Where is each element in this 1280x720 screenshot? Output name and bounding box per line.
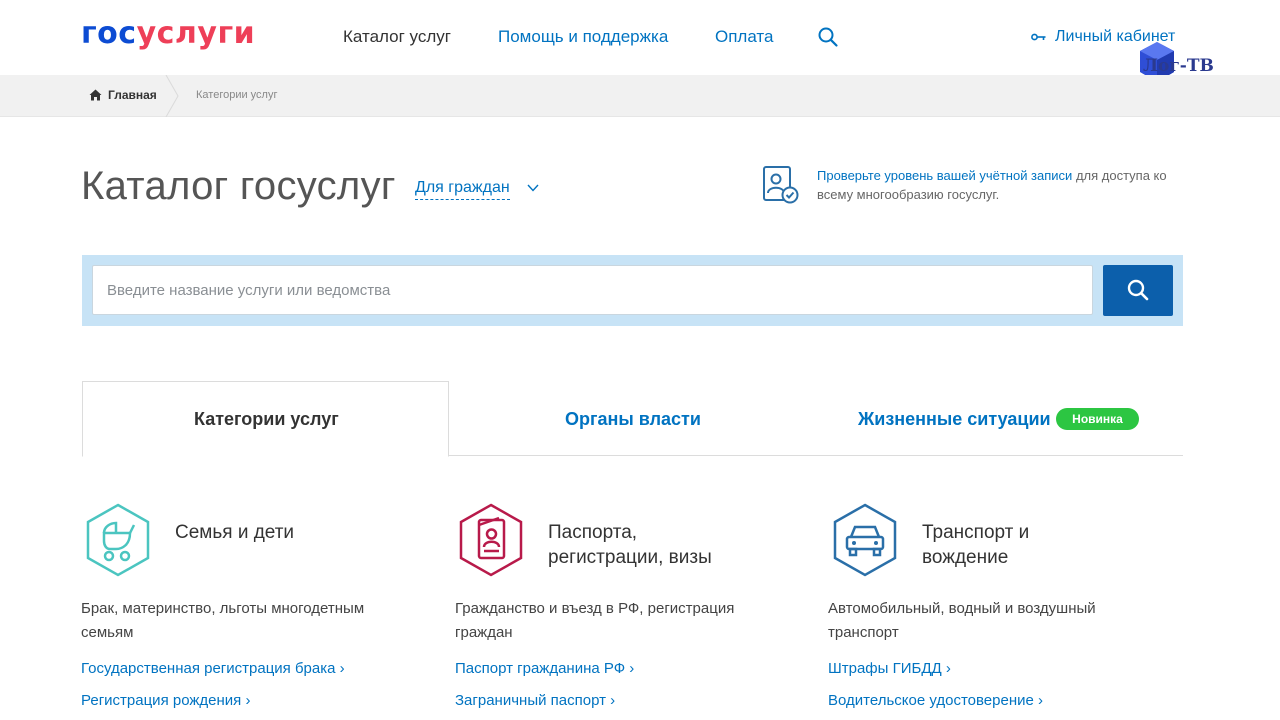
link-driver-license[interactable]: Водительское удостоверение › bbox=[828, 691, 1043, 711]
breadcrumb-home-label: Главная bbox=[108, 88, 157, 102]
category-transport-title[interactable]: Транспорт и вождение bbox=[922, 520, 1029, 570]
category-family-title-line1: Семья и дети bbox=[175, 522, 295, 543]
nav-payment-link[interactable]: Оплата bbox=[715, 27, 773, 47]
watermark-text: Лог-ТВ bbox=[1143, 56, 1214, 76]
account-verification-icon bbox=[763, 166, 799, 204]
page-title: Каталог госуслуг bbox=[81, 164, 396, 208]
link-russian-passport-label: Паспорт гражданина РФ bbox=[455, 660, 626, 677]
category-passports-title-line1: Паспорта, bbox=[548, 522, 638, 543]
category-family-description: Брак, материнство, льготы многодетным се… bbox=[81, 600, 365, 641]
category-transport-title-line2: вождение bbox=[922, 547, 1009, 568]
key-icon bbox=[1031, 33, 1046, 41]
gosuslugi-logo[interactable]: госуслуги bbox=[81, 16, 255, 52]
link-russian-passport[interactable]: Паспорт гражданина РФ › bbox=[455, 659, 634, 679]
logo-part-gos: гос bbox=[81, 16, 137, 51]
site-header: госуслуги Каталог услуг Помощь и поддерж… bbox=[0, 0, 1280, 82]
home-icon bbox=[89, 89, 102, 101]
category-transport-description: Автомобильный, водный и воздушный трансп… bbox=[828, 600, 1096, 641]
link-marriage-registration-label: Государственная регистрация брака bbox=[81, 660, 336, 677]
account-check-notice: Проверьте уровень вашей учётной записи д… bbox=[817, 166, 1187, 204]
link-foreign-passport-label: Заграничный паспорт bbox=[455, 692, 606, 709]
search-button[interactable] bbox=[1103, 265, 1173, 316]
logo-part-uslugi: услуги bbox=[136, 16, 256, 51]
new-badge: Новинка bbox=[1056, 408, 1139, 430]
baby-stroller-icon[interactable] bbox=[82, 503, 154, 577]
search-icon[interactable] bbox=[817, 26, 839, 48]
link-traffic-fines[interactable]: Штрафы ГИБДД › bbox=[828, 659, 951, 679]
breadcrumb-current: Категории услуг bbox=[196, 89, 278, 101]
tab-life-situations[interactable]: Жизненные ситуации bbox=[858, 408, 1051, 430]
link-driver-license-label: Водительское удостоверение bbox=[828, 692, 1034, 709]
breadcrumb: Главная Категории услуг bbox=[0, 75, 1280, 117]
link-birth-registration-label: Регистрация рождения bbox=[81, 692, 242, 709]
category-family-title[interactable]: Семья и дети bbox=[175, 520, 294, 545]
nav-help-link[interactable]: Помощь и поддержка bbox=[498, 27, 668, 47]
link-birth-registration[interactable]: Регистрация рождения › bbox=[81, 691, 250, 711]
breadcrumb-separator bbox=[165, 75, 179, 117]
search-input[interactable] bbox=[92, 265, 1093, 315]
audience-dropdown[interactable]: Для граждан bbox=[415, 178, 510, 200]
tab-authorities[interactable]: Органы власти bbox=[565, 408, 701, 430]
passport-icon[interactable] bbox=[455, 503, 527, 577]
category-passports-description: Гражданство и въезд в РФ, регистрация гр… bbox=[455, 600, 735, 641]
tab-categories-label[interactable]: Категории услуг bbox=[194, 408, 339, 430]
link-marriage-registration[interactable]: Государственная регистрация брака › bbox=[81, 659, 345, 679]
chevron-down-icon[interactable] bbox=[526, 181, 540, 195]
search-icon bbox=[1127, 279, 1149, 301]
category-passports-title[interactable]: Паспорта, регистрации, визы bbox=[548, 520, 712, 570]
link-foreign-passport[interactable]: Заграничный паспорт › bbox=[455, 691, 615, 711]
category-transport-title-line1: Транспорт и bbox=[922, 522, 1030, 543]
nav-catalog-link[interactable]: Каталог услуг bbox=[343, 27, 451, 47]
account-check-link[interactable]: Проверьте уровень вашей учётной записи bbox=[817, 168, 1072, 183]
car-icon[interactable] bbox=[829, 503, 901, 577]
category-passports-title-line2: регистрации, визы bbox=[548, 547, 712, 568]
breadcrumb-home[interactable]: Главная bbox=[89, 88, 157, 102]
link-traffic-fines-label: Штрафы ГИБДД bbox=[828, 660, 942, 677]
